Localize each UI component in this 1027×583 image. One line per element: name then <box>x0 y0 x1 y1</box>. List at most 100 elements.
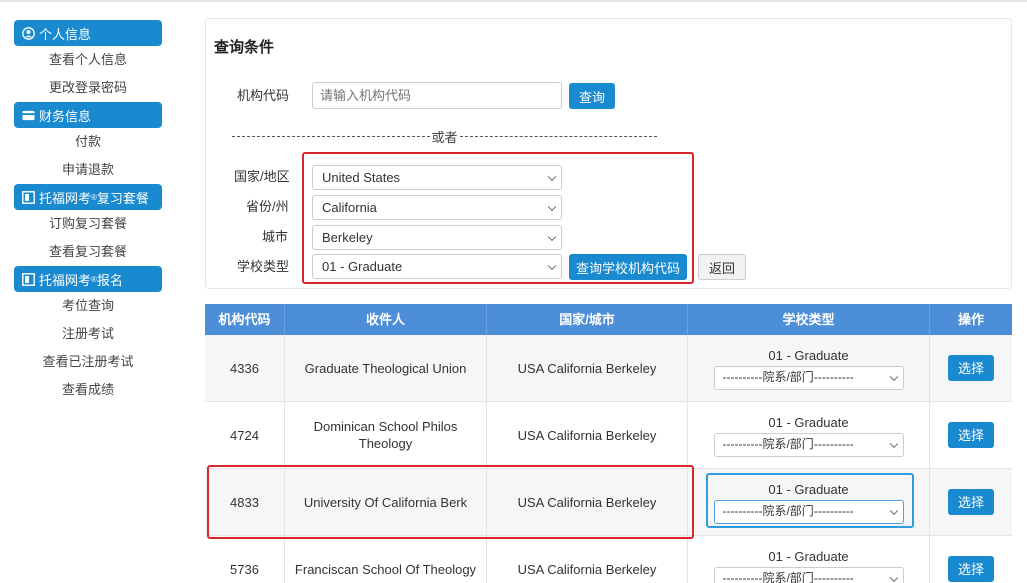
sidebar-item-register-test[interactable]: 注册考试 <box>14 320 162 348</box>
school-type-text: 01 - Graduate <box>768 548 849 564</box>
or-text: 或者 <box>431 130 458 145</box>
sidebar-section-finance[interactable]: 财务信息 <box>14 102 162 128</box>
sidebar-section-personal-info[interactable]: 个人信息 <box>14 20 162 46</box>
table-row: 4724 Dominican School Philos Theology US… <box>205 402 1012 469</box>
select-button[interactable]: 选择 <box>948 489 994 515</box>
state-value: California <box>322 200 377 215</box>
sidebar-item-order-package[interactable]: 订购复习套餐 <box>14 210 162 238</box>
school-type-cell: 01 - Graduate ----------院系/部门---------- <box>688 536 930 583</box>
sidebar-section-title-post: 复习套餐 <box>96 190 149 206</box>
column-header: 学校类型 <box>688 304 930 335</box>
chevron-down-icon <box>547 232 557 241</box>
sidebar-item-view-package[interactable]: 查看复习套餐 <box>14 238 162 266</box>
chevron-down-icon <box>889 439 898 448</box>
country-label: 国家/地区 <box>234 169 290 184</box>
state-label: 省份/州 <box>246 199 289 214</box>
state-select[interactable]: California <box>312 195 562 220</box>
sidebar-section-title-pre: 托福网考 <box>39 272 92 288</box>
sidebar-item-view-scores[interactable]: 查看成绩 <box>14 376 162 404</box>
sidebar-section-registration[interactable]: 托福网考 ® 报名 <box>14 266 162 292</box>
school-type-cell: 01 - Graduate ----------院系/部门---------- <box>688 402 930 468</box>
book-icon <box>22 190 35 204</box>
department-select[interactable]: ----------院系/部门---------- <box>713 365 904 390</box>
recipient-name: University Of California Berk <box>285 469 487 535</box>
institution-code: 5736 <box>205 536 285 583</box>
department-select[interactable]: ----------院系/部门---------- <box>713 432 904 457</box>
country-value: United States <box>322 170 401 185</box>
credit-card-icon <box>22 109 35 122</box>
chevron-down-icon <box>889 372 898 381</box>
school-type-text: 01 - Graduate <box>768 347 849 363</box>
sidebar-section-title: 财务信息 <box>39 108 92 124</box>
department-select-value: ----------院系/部门---------- <box>722 370 854 384</box>
city-select[interactable]: Berkeley <box>312 225 562 250</box>
top-divider <box>0 0 1027 2</box>
chevron-down-icon <box>889 573 898 582</box>
chevron-down-icon <box>547 202 557 211</box>
country-select[interactable]: United States <box>312 165 562 190</box>
user-circle-icon <box>22 26 35 40</box>
select-button[interactable]: 选择 <box>948 355 994 381</box>
city-value: Berkeley <box>322 230 373 245</box>
or-divider: 或者 <box>232 127 658 146</box>
action-cell: 选择 <box>930 335 1012 401</box>
location: USA California Berkeley <box>487 402 688 468</box>
sidebar: 个人信息 查看个人信息 更改登录密码 财务信息 付款 申请退款 托福网考 ® 复习套… <box>14 20 162 404</box>
department-select-value: ----------院系/部门---------- <box>722 437 854 451</box>
location: USA California Berkeley <box>487 335 688 401</box>
recipient-name: Franciscan School Of Theology <box>285 536 487 583</box>
sidebar-item-change-password[interactable]: 更改登录密码 <box>14 74 162 102</box>
school-type-select[interactable]: 01 - Graduate <box>312 254 562 279</box>
column-header: 国家/城市 <box>487 304 688 335</box>
sidebar-item-refund[interactable]: 申请退款 <box>14 156 162 184</box>
sidebar-section-title-pre: 托福网考 <box>39 190 92 206</box>
chevron-down-icon <box>547 261 557 270</box>
recipient-name: Graduate Theological Union <box>285 335 487 401</box>
action-cell: 选择 <box>930 402 1012 468</box>
results-table: 机构代码 收件人 国家/城市 学校类型 操作 4336 Graduate The… <box>205 304 1012 583</box>
table-row: 4833 University Of California Berk USA C… <box>205 469 1012 536</box>
sidebar-item-seat-search[interactable]: 考位查询 <box>14 292 162 320</box>
column-header: 机构代码 <box>205 304 285 335</box>
school-type-label: 学校类型 <box>237 259 290 274</box>
back-button[interactable]: 返回 <box>698 254 746 280</box>
page-title: 查询条件 <box>214 39 275 56</box>
column-header: 收件人 <box>285 304 487 335</box>
lookup-code-button[interactable]: 查询学校机构代码 <box>569 254 687 280</box>
location: USA California Berkeley <box>487 469 688 535</box>
sidebar-item-view-registered[interactable]: 查看已注册考试 <box>14 348 162 376</box>
divider-line <box>232 136 430 137</box>
table-row: 5736 Franciscan School Of Theology USA C… <box>205 536 1012 583</box>
school-type-value: 01 - Graduate <box>322 259 403 274</box>
institution-code-input[interactable] <box>312 82 562 109</box>
department-select[interactable]: ----------院系/部门---------- <box>713 499 904 524</box>
sidebar-item-payment[interactable]: 付款 <box>14 128 162 156</box>
department-select-value: ----------院系/部门---------- <box>722 504 854 518</box>
sidebar-item-view-profile[interactable]: 查看个人信息 <box>14 46 162 74</box>
school-type-cell: 01 - Graduate ----------院系/部门---------- <box>688 469 930 535</box>
table-row: 4336 Graduate Theological Union USA Cali… <box>205 335 1012 402</box>
department-select-value: ----------院系/部门---------- <box>722 571 854 583</box>
column-header: 操作 <box>957 312 984 327</box>
location: USA California Berkeley <box>487 536 688 583</box>
institution-code: 4833 <box>205 469 285 535</box>
city-label: 城市 <box>262 229 289 244</box>
institution-code: 4724 <box>205 402 285 468</box>
department-select[interactable]: ----------院系/部门---------- <box>713 566 904 583</box>
action-cell: 选择 <box>930 469 1012 535</box>
sidebar-section-title: 个人信息 <box>39 26 92 42</box>
school-type-cell: 01 - Graduate ----------院系/部门---------- <box>688 335 930 401</box>
sidebar-section-title-post: 报名 <box>96 272 123 288</box>
search-button[interactable]: 查询 <box>569 83 615 109</box>
select-button[interactable]: 选择 <box>948 556 994 582</box>
table-header-row: 机构代码 收件人 国家/城市 学校类型 操作 <box>205 304 1012 335</box>
book-icon <box>22 272 35 286</box>
select-button[interactable]: 选择 <box>948 422 994 448</box>
chevron-down-icon <box>889 506 898 515</box>
institution-code-label: 机构代码 <box>237 88 290 103</box>
divider-line <box>459 136 658 137</box>
query-panel: 查询条件 机构代码 查询 或者 国家/地区 United States 省份/州… <box>205 18 1012 289</box>
action-cell: 选择 <box>930 536 1012 583</box>
recipient-name: Dominican School Philos Theology <box>285 402 487 468</box>
sidebar-section-review-package[interactable]: 托福网考 ® 复习套餐 <box>14 184 162 210</box>
